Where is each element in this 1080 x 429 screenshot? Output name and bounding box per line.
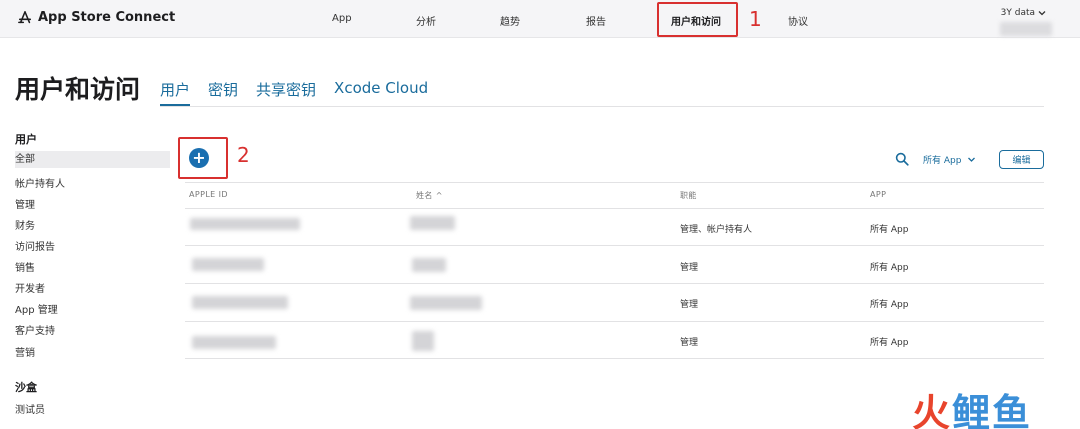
redacted-name — [410, 216, 455, 230]
row-app: 所有 App — [870, 225, 909, 235]
sidebar-heading-users: 用户 — [15, 133, 37, 146]
sidebar-item-account-holder[interactable]: 帐户持有人 — [15, 175, 65, 190]
sidebar-item-sales[interactable]: 销售 — [15, 259, 35, 274]
redacted-name — [412, 258, 446, 272]
brand-logo[interactable]: App Store Connect — [18, 10, 175, 25]
sidebar-item-developer[interactable]: 开发者 — [15, 280, 45, 295]
chevron-down-icon — [968, 157, 976, 162]
table-row-divider — [185, 321, 1044, 322]
sidebar-heading-sandbox: 沙盒 — [15, 381, 37, 394]
annotation-number-2: 2 — [237, 143, 250, 167]
table-top-rule — [185, 182, 1044, 183]
sidebar-item-marketing[interactable]: 营销 — [15, 344, 35, 359]
annotation-number-1: 1 — [749, 7, 762, 31]
row-app: 所有 App — [870, 300, 909, 310]
sidebar-item-customer-support[interactable]: 客户支持 — [15, 322, 55, 337]
redacted-name — [410, 296, 482, 310]
redacted-apple-id — [192, 296, 288, 309]
column-header-name[interactable]: 姓名 ^ — [416, 190, 443, 201]
sidebar-item-admin[interactable]: 管理 — [15, 196, 35, 211]
watermark-carp: 鲤鱼 — [952, 391, 1033, 429]
sidebar-item-testers[interactable]: 测试员 — [15, 401, 45, 416]
redacted-account-detail — [1000, 22, 1052, 36]
tab-bar: 用户 密钥 共享密钥 Xcode Cloud — [160, 79, 428, 106]
column-header-app[interactable]: APP — [870, 190, 886, 199]
table-header-rule — [185, 208, 1044, 209]
tab-keys[interactable]: 密钥 — [208, 79, 238, 106]
edit-button-label: 编辑 — [1012, 156, 1031, 166]
search-icon[interactable] — [895, 152, 909, 166]
app-store-icon — [18, 10, 32, 23]
row-role: 管理 — [680, 263, 699, 273]
sidebar-item-finance[interactable]: 财务 — [15, 217, 35, 232]
row-app: 所有 App — [870, 263, 909, 273]
column-header-apple-id[interactable]: APPLE ID — [189, 190, 228, 199]
nav-reports[interactable]: 报告 — [586, 13, 606, 28]
watermark-logo: 火鲤鱼 — [912, 382, 1032, 429]
account-name: 3Y data — [1000, 8, 1035, 18]
watermark-fire: 火 — [912, 391, 953, 429]
redacted-apple-id — [190, 218, 300, 230]
sidebar-item-access-to-reports[interactable]: 访问报告 — [15, 238, 55, 253]
row-app: 所有 App — [870, 338, 909, 348]
edit-button[interactable]: 编辑 — [999, 150, 1044, 169]
brand-name: App Store Connect — [38, 10, 176, 25]
app-filter-label: 所有 App — [923, 156, 962, 166]
row-role: 管理、帐户持有人 — [680, 225, 753, 235]
row-role: 管理 — [680, 300, 699, 310]
sidebar-item-all[interactable]: 全部 — [15, 151, 170, 168]
account-menu[interactable]: 3Y data — [1001, 8, 1046, 18]
redacted-apple-id — [192, 258, 264, 271]
nav-trends[interactable]: 趋势 — [500, 13, 520, 28]
tab-users[interactable]: 用户 — [160, 79, 191, 106]
nav-agreements[interactable]: 协议 — [788, 13, 808, 28]
header-divider — [160, 106, 1044, 107]
row-role: 管理 — [680, 338, 699, 348]
annotation-box-2 — [178, 137, 228, 179]
table-row-divider — [185, 245, 1044, 246]
page-title: 用户和访问 — [15, 75, 141, 104]
tab-xcode-cloud[interactable]: Xcode Cloud — [334, 79, 428, 106]
tab-shared-secret[interactable]: 共享密钥 — [256, 79, 316, 106]
column-header-role[interactable]: 职能 — [680, 190, 697, 201]
redacted-name — [412, 331, 434, 351]
table-bottom-rule — [185, 358, 1044, 359]
chevron-down-icon — [1038, 11, 1046, 16]
redacted-apple-id — [192, 336, 276, 349]
sidebar-item-app-manager[interactable]: App 管理 — [15, 301, 58, 316]
app-filter-dropdown[interactable]: 所有 App — [923, 153, 976, 166]
nav-app[interactable]: App — [332, 13, 352, 24]
top-navigation-bar: App Store Connect App 分析 趋势 报告 用户和访问 协议 … — [0, 0, 1080, 38]
annotation-box-1 — [657, 2, 738, 37]
nav-analytics[interactable]: 分析 — [416, 13, 436, 28]
table-row-divider — [185, 283, 1044, 284]
